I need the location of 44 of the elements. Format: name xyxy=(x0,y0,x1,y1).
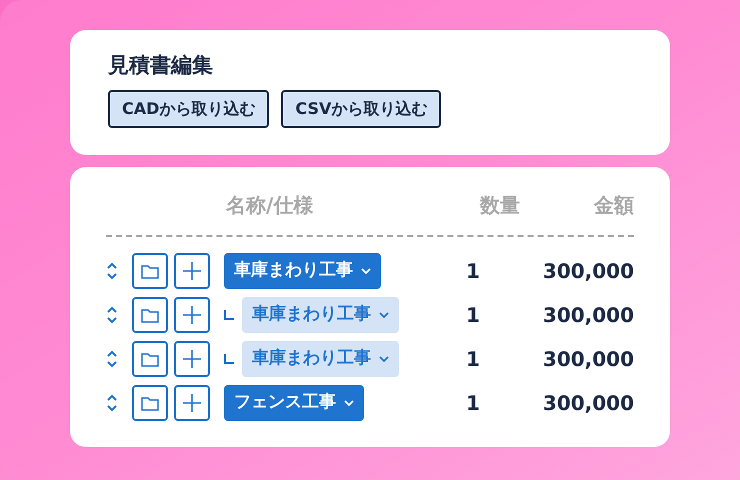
sort-icon[interactable] xyxy=(106,394,118,412)
folder-icon xyxy=(141,352,159,366)
quantity-cell-text: 1 xyxy=(465,346,481,373)
category-dropdown[interactable]: 車庫まわり工事 xyxy=(242,341,399,377)
category-dropdown[interactable]: 車庫まわり工事 xyxy=(242,297,399,333)
quantity-cell-text: 1 xyxy=(465,258,481,285)
chevron-down-icon xyxy=(361,268,371,274)
tree-branch-icon xyxy=(224,310,234,320)
amount-cell-text: 300,000 xyxy=(542,346,634,373)
chevron-down-icon xyxy=(344,400,354,406)
column-header: 名称/仕様 xyxy=(224,192,314,219)
folder-icon xyxy=(141,308,159,322)
amount-cell-text: 300,000 xyxy=(542,258,634,285)
sort-icon[interactable] xyxy=(106,262,118,280)
category-dropdown[interactable]: フェンス工事 xyxy=(224,385,364,421)
folder-icon xyxy=(141,264,159,278)
sort-icon[interactable] xyxy=(106,306,118,324)
add-button[interactable] xyxy=(174,385,210,421)
add-button[interactable] xyxy=(174,297,210,333)
plus-icon xyxy=(182,349,202,369)
plus-icon xyxy=(182,393,202,413)
folder-icon xyxy=(141,396,159,410)
folder-button[interactable] xyxy=(132,341,168,377)
quantity-cell-text: 1 xyxy=(465,390,481,417)
column-header: 金額 xyxy=(592,192,634,219)
chevron-down-icon xyxy=(379,356,389,362)
plus-icon xyxy=(182,305,202,325)
column-header: 数量 xyxy=(478,192,520,219)
folder-button[interactable] xyxy=(132,253,168,289)
category-dropdown[interactable]: 車庫まわり工事 xyxy=(224,253,381,289)
add-button[interactable] xyxy=(174,341,210,377)
import-button[interactable]: CADから取り込む xyxy=(108,90,270,128)
chevron-down-icon xyxy=(379,312,389,318)
sort-icon[interactable] xyxy=(106,350,118,368)
tree-branch-icon xyxy=(224,354,234,364)
quantity-cell-text: 1 xyxy=(465,302,481,329)
page-title: 見積書編集 xyxy=(108,52,214,79)
folder-button[interactable] xyxy=(132,297,168,333)
amount-cell-text: 300,000 xyxy=(542,390,634,417)
folder-button[interactable] xyxy=(132,385,168,421)
plus-icon xyxy=(182,261,202,281)
import-button[interactable]: CSVから取り込む xyxy=(281,90,442,128)
amount-cell-text: 300,000 xyxy=(542,302,634,329)
add-button[interactable] xyxy=(174,253,210,289)
